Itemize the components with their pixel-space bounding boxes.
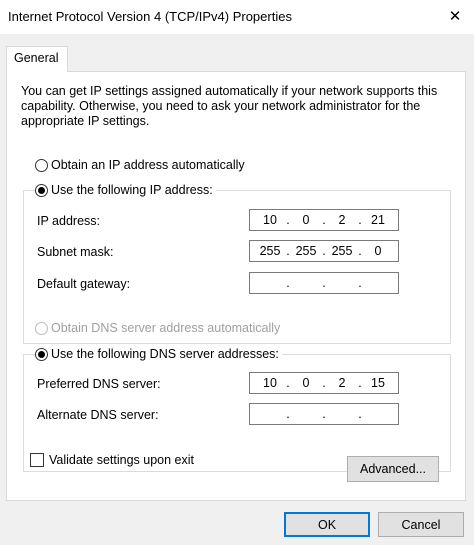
advanced-button[interactable]: Advanced... [347, 456, 439, 482]
radio-circle-selected [35, 347, 48, 361]
octet-dot: . [286, 244, 290, 258]
octet: 21 [371, 213, 385, 227]
tab-general[interactable]: General [6, 46, 68, 72]
octet-dot: . [286, 407, 290, 421]
octet: 0 [302, 213, 310, 227]
intro-text: You can get IP settings assigned automat… [21, 84, 438, 128]
octet-dot: . [286, 276, 290, 290]
general-panel: You can get IP settings assigned automat… [6, 71, 466, 501]
octet-dot: . [358, 407, 362, 421]
octet: 2 [338, 376, 346, 390]
alternate-dns-input[interactable]: . . . [249, 403, 399, 425]
octet-dot: . [358, 376, 362, 390]
octet: 2 [338, 213, 346, 227]
octet-dot: . [358, 276, 362, 290]
checkbox-box [30, 453, 44, 467]
subnet-mask-label: Subnet mask: [37, 245, 114, 259]
validate-settings-label: Validate settings upon exit [49, 453, 195, 467]
octet-dot: . [322, 376, 326, 390]
default-gateway-label: Default gateway: [37, 277, 131, 291]
octet: 255 [331, 244, 353, 258]
radio-circle-disabled [35, 321, 48, 335]
title-bar: Internet Protocol Version 4 (TCP/IPv4) P… [0, 0, 474, 34]
tab-label: General [14, 51, 59, 65]
use-following-ip-label: Use the following IP address: [51, 183, 213, 197]
octet: 10 [263, 376, 277, 390]
octet-dot: . [358, 213, 362, 227]
ok-button[interactable]: OK [284, 512, 370, 537]
octet-dot: . [322, 276, 326, 290]
ip-address-input[interactable]: 10. 0. 2. 21 [249, 209, 399, 231]
octet-dot: . [322, 244, 326, 258]
obtain-ip-auto-label: Obtain an IP address automatically [51, 158, 245, 172]
octet: 255 [259, 244, 281, 258]
obtain-dns-auto-label: Obtain DNS server address automatically [51, 321, 281, 335]
octet: 0 [374, 244, 382, 258]
octet-dot: . [322, 407, 326, 421]
octet: 255 [295, 244, 317, 258]
window-title: Internet Protocol Version 4 (TCP/IPv4) P… [8, 9, 292, 24]
radio-circle-selected [35, 183, 48, 197]
octet: 15 [371, 376, 385, 390]
obtain-dns-auto-radio[interactable]: Obtain DNS server address automatically [35, 321, 284, 335]
close-button[interactable]: ✕ [440, 3, 470, 29]
octet-dot: . [286, 213, 290, 227]
use-following-dns-label: Use the following DNS server addresses: [51, 347, 279, 361]
use-following-ip-radio[interactable]: Use the following IP address: [35, 183, 216, 197]
validate-settings-checkbox[interactable]: Validate settings upon exit [30, 453, 194, 467]
close-icon: ✕ [448, 8, 462, 25]
advanced-button-label: Advanced... [359, 462, 426, 476]
use-following-dns-radio[interactable]: Use the following DNS server addresses: [35, 347, 282, 361]
octet: 10 [263, 213, 277, 227]
radio-circle [35, 158, 48, 172]
ok-button-label: OK [317, 517, 337, 532]
default-gateway-input[interactable]: . . . [249, 272, 399, 294]
cancel-button-label: Cancel [401, 517, 441, 532]
subnet-mask-input[interactable]: 255. 255. 255. 0 [249, 240, 399, 262]
preferred-dns-label: Preferred DNS server: [37, 377, 161, 391]
ip-address-label: IP address: [37, 214, 101, 228]
obtain-ip-auto-radio[interactable]: Obtain an IP address automatically [35, 158, 248, 172]
octet-dot: . [358, 244, 362, 258]
preferred-dns-input[interactable]: 10. 0. 2. 15 [249, 372, 399, 394]
octet-dot: . [286, 376, 290, 390]
octet-dot: . [322, 213, 326, 227]
alternate-dns-label: Alternate DNS server: [37, 408, 159, 422]
octet: 0 [302, 376, 310, 390]
dialog-client-area: General You can get IP settings assigned… [0, 34, 474, 545]
cancel-button[interactable]: Cancel [378, 512, 464, 537]
